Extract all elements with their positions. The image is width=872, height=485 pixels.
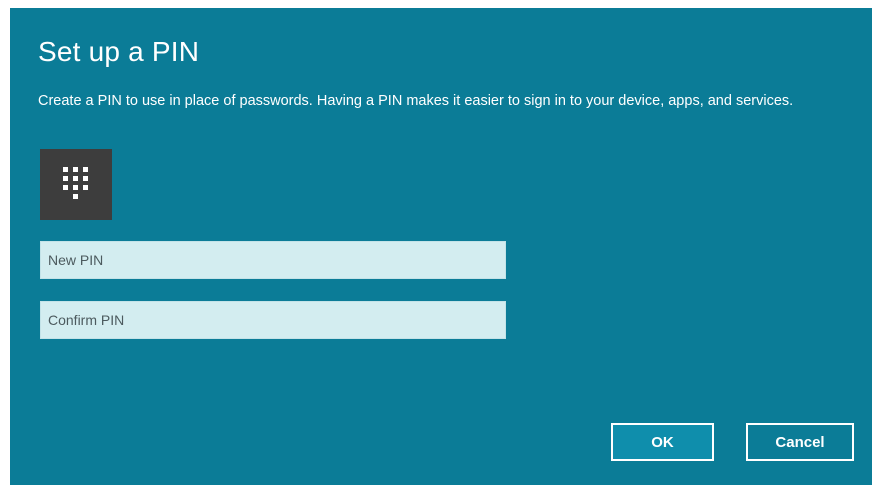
new-pin-input[interactable]: [40, 241, 506, 279]
setup-pin-dialog: Set up a PIN Create a PIN to use in plac…: [10, 8, 872, 485]
confirm-pin-input[interactable]: [40, 301, 506, 339]
cancel-button[interactable]: Cancel: [746, 423, 854, 461]
ok-button[interactable]: OK: [611, 423, 714, 461]
keypad-icon: [63, 166, 88, 199]
dialog-description: Create a PIN to use in place of password…: [38, 93, 794, 109]
keypad-tile: [40, 149, 112, 220]
dialog-title: Set up a PIN: [38, 36, 200, 67]
